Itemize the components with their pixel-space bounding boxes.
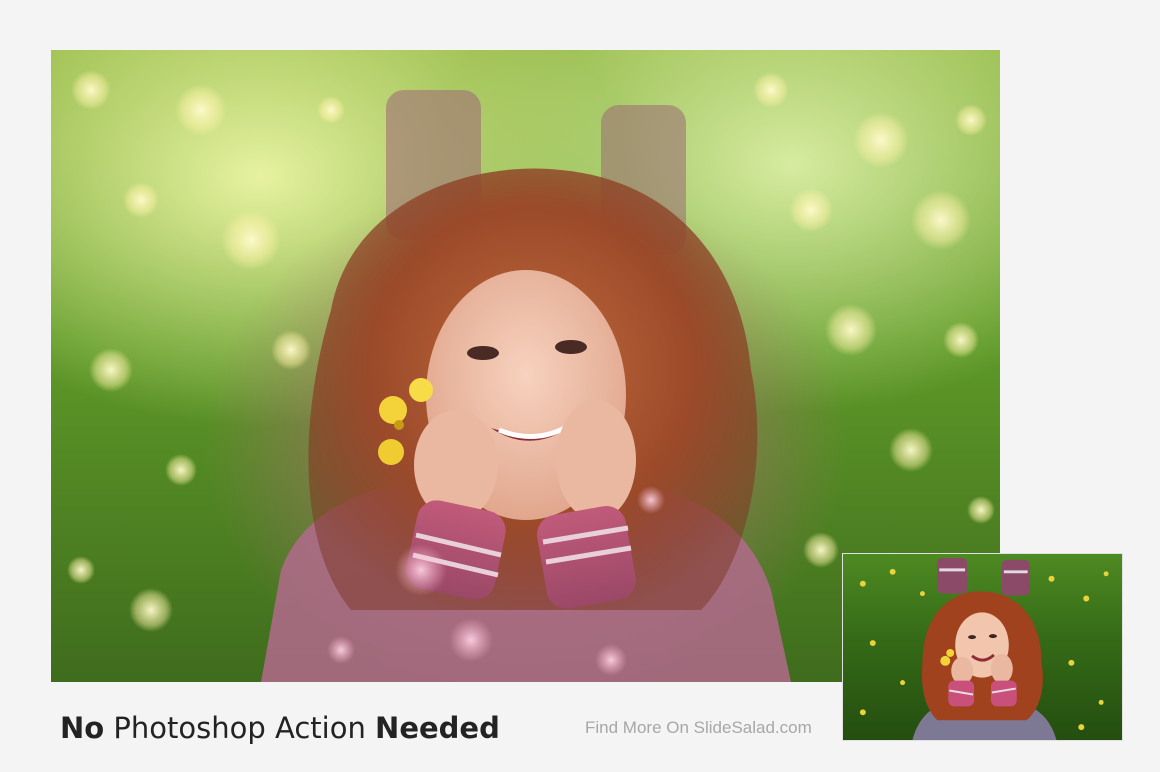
right-eye <box>555 340 587 354</box>
caption-needed: Needed <box>375 711 500 745</box>
headline-caption: No Photoshop Action Needed <box>60 706 500 750</box>
caption-no: No <box>60 711 105 745</box>
left-eye <box>467 346 499 360</box>
original-photo-illustration <box>859 557 1109 740</box>
source-credit: Find More On SlideSalad.com <box>585 718 812 737</box>
original-thumbnail-photo <box>842 553 1123 741</box>
thumbnail-right-boot <box>1001 559 1030 596</box>
caption-photoshop-action: Photoshop Action <box>113 711 366 745</box>
right-hand <box>556 400 636 520</box>
thumbnail-left-boot <box>937 557 968 594</box>
